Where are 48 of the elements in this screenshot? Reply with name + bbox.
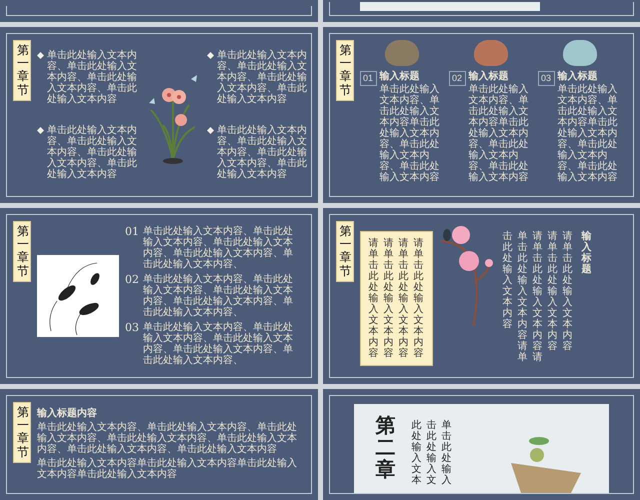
vertical-text: 单击此处输入 bbox=[440, 420, 452, 486]
body-text: 单击此处输入文本内容、单击此处输入文本内容单击此处输入文本内容、单击此处输入文本内容、单击此处输入文本内容 bbox=[558, 84, 618, 183]
item-number: 02 bbox=[125, 274, 139, 288]
section-title: 输入标题内容 bbox=[37, 408, 98, 419]
vertical-text: 请单击此处输入文本内容 bbox=[412, 238, 424, 359]
body-text: 单击此处输入文本内容单击此处输入文本内容单击此处输入文本内容单击此处输入文本内容 bbox=[37, 458, 298, 480]
chapter-badge: 第一章节 bbox=[13, 402, 31, 463]
body-text: 单击此处输入文本内容、单击此处输入文本内容、单击此处输入文本内容、单击此处输入文本内容 bbox=[217, 50, 308, 105]
body-text: 单击此处输入文本内容、单击此处输入文本内容、单击此处输入文本内容、单击此处输入文本内容 bbox=[47, 50, 138, 105]
body-text: 单击此处输入文本内容、单击此处输入文本内容单击此处输入文本内容、单击此处输入文本内容、单击此处输入文本内容 bbox=[380, 84, 440, 183]
chapter-badge: 第一章节 bbox=[336, 221, 354, 282]
vertical-title: 输入标题 bbox=[580, 231, 592, 277]
vertical-text: 请单击此处输入文本内容 bbox=[546, 231, 558, 354]
item-number: 01 bbox=[125, 226, 139, 240]
vertical-text: 请单击此处输入文本内容 bbox=[398, 238, 410, 359]
body-text: 单击此处输入文本内容、单击此处输入文本内容、单击此处输入文本内容、单击此处输入文本内容、单击此处输入文本内容、单击此处输入文本内容、单击此处输入文本内容 bbox=[37, 422, 298, 455]
photo-placeholder bbox=[384, 40, 418, 66]
vertical-text: 击此处输入文 bbox=[426, 420, 438, 486]
photo-placeholder bbox=[474, 40, 508, 66]
body-text: 单击此处输入文本内容、单击此处输入文本内容、单击此处输入文本内容、单击此处输入文本内容 bbox=[217, 125, 308, 180]
body-text: 单击此处输入文本内容、单击此处输入文本内容、单击此处输入文本内容、单击此处输入文本内容、单击此处输入文本内容、 bbox=[143, 226, 294, 270]
diamond-bullet-icon bbox=[37, 127, 44, 134]
vertical-text: 请单击此处输入文本内容 bbox=[562, 231, 574, 354]
body-text: 单击此处输入文本内容、单击此处输入文本内容、单击此处输入文本内容、单击此处输入文本内容、单击此处输入文本内容、 bbox=[143, 274, 294, 318]
vertical-text: 请单击此处输入文本内容 bbox=[368, 238, 380, 359]
number-box: 01 bbox=[360, 71, 376, 86]
body-text: 单击此处输入文本内容、单击此处输入文本内容、单击此处输入文本内容、单击此处输入文本内容、单击此处输入文本内容、 bbox=[143, 322, 294, 366]
body-text: 单击此处输入文本内容、单击此处输入文本内容单击此处输入文本内容、单击此处输入文本内容、单击此处输入文本内容 bbox=[468, 84, 530, 183]
item-title: 输入标题 bbox=[558, 71, 598, 82]
diamond-bullet-icon bbox=[207, 52, 214, 59]
item-title: 输入标题 bbox=[468, 71, 510, 82]
chapter-badge: 第一章节 bbox=[336, 40, 354, 101]
vertical-text: 请单击此处输入文本内容 bbox=[382, 238, 394, 359]
number-box: 02 bbox=[448, 71, 466, 86]
item-number: 03 bbox=[125, 322, 139, 336]
diamond-bullet-icon bbox=[37, 52, 44, 59]
photo-placeholder bbox=[562, 40, 596, 66]
diamond-bullet-icon bbox=[207, 127, 214, 134]
vertical-text: 单击此处输入文本内容请单 bbox=[516, 231, 528, 363]
number-box: 03 bbox=[538, 71, 554, 86]
item-title: 输入标题 bbox=[380, 71, 420, 82]
vertical-text: 此处输入文本 bbox=[410, 420, 422, 486]
chapter-badge: 第一章节 bbox=[13, 221, 31, 282]
vertical-text: 请单击此处输入文本内容请 bbox=[532, 231, 544, 363]
chapter-title: 第二章 bbox=[374, 414, 396, 483]
chapter-badge: 第一章节 bbox=[13, 40, 31, 101]
body-text: 单击此处输入文本内容、单击此处输入文本内容、单击此处输入文本内容、单击此处输入文本内容 bbox=[47, 125, 138, 180]
vertical-text: 击此处输入文本内容 bbox=[502, 231, 514, 332]
